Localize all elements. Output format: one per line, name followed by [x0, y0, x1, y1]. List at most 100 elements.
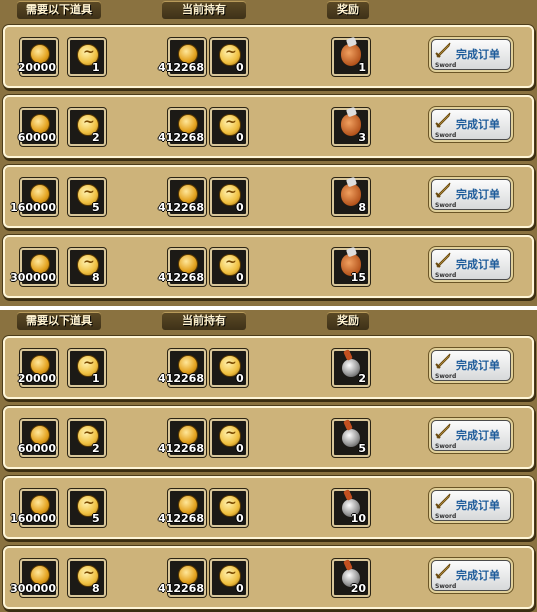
owned-coin-amount: 412268 [158, 61, 204, 74]
required-coin-amount: 300000 [10, 582, 56, 595]
order-row: 20000 1 412268 0 1 完成订单Sword [3, 25, 534, 88]
complete-order-label: 完成订单 [456, 499, 500, 512]
complete-order-button[interactable]: 完成订单 Sword [431, 560, 511, 591]
required-token-amount: 5 [92, 201, 100, 214]
header-required: 需要以下道具 [17, 312, 101, 330]
complete-order-button[interactable]: 完成订单 Sword [431, 179, 511, 210]
complete-order-label: 完成订单 [456, 569, 500, 582]
reward-slot: 2 [332, 349, 370, 387]
sword-caption: Sword [435, 132, 457, 139]
reward-slot: 8 [332, 178, 370, 216]
sword-caption: Sword [435, 443, 457, 450]
owned-coin-slot: 412268 [158, 349, 206, 387]
complete-order-button[interactable]: 完成订单 Sword [431, 350, 511, 381]
owned-token-amount: 0 [236, 512, 244, 525]
required-token-slot: 2 [68, 108, 106, 146]
owned-token-slot: 0 [210, 349, 248, 387]
owned-coin-amount: 412268 [158, 201, 204, 214]
header-reward: 奖励 [327, 312, 369, 330]
owned-coin-amount: 412268 [158, 271, 204, 284]
owned-token-slot: 0 [210, 108, 248, 146]
required-coin-amount: 300000 [10, 271, 56, 284]
sword-icon [435, 252, 451, 268]
reward-amount: 15 [350, 271, 366, 284]
required-token-slot: 5 [68, 489, 106, 527]
reward-slot: 15 [332, 248, 370, 286]
owned-token-amount: 0 [236, 271, 244, 284]
required-token-amount: 1 [92, 61, 100, 74]
required-token-amount: 2 [92, 131, 100, 144]
owned-token-slot: 0 [210, 419, 248, 457]
reward-slot: 3 [332, 108, 370, 146]
required-coin-slot: 60000 [17, 419, 58, 457]
complete-order-button[interactable]: 完成订单 Sword [431, 109, 511, 140]
owned-coin-slot: 412268 [158, 178, 206, 216]
order-row: 160000 5 412268 0 8 完成订单Sword [3, 165, 534, 228]
owned-coin-amount: 412268 [158, 372, 204, 385]
required-coin-slot: 300000 [10, 559, 58, 597]
required-coin-slot: 20000 [18, 349, 58, 387]
complete-order-label: 完成订单 [456, 118, 500, 131]
owned-token-amount: 0 [236, 61, 244, 74]
required-token-amount: 2 [92, 442, 100, 455]
order-row: 60000 2 412268 0 3 完成订单Sword [3, 95, 534, 158]
header-required: 需要以下道具 [17, 1, 101, 19]
owned-token-amount: 0 [236, 131, 244, 144]
reward-amount: 5 [358, 442, 366, 455]
required-coin-slot: 160000 [10, 178, 58, 216]
complete-order-label: 完成订单 [456, 258, 500, 271]
complete-order-label: 完成订单 [456, 359, 500, 372]
required-coin-amount: 160000 [10, 201, 56, 214]
owned-token-slot: 0 [210, 178, 248, 216]
complete-order-button[interactable]: 完成订单 Sword [431, 249, 511, 280]
header-owned: 当前持有 [162, 312, 246, 330]
order-row: 300000 8 412268 0 15 完成订单Sword [3, 235, 534, 298]
required-token-slot: 2 [68, 419, 106, 457]
sword-caption: Sword [435, 513, 457, 520]
complete-order-button[interactable]: 完成订单 Sword [431, 490, 511, 521]
owned-coin-slot: 412268 [158, 108, 206, 146]
sword-caption: Sword [435, 272, 457, 279]
required-token-slot: 8 [68, 248, 106, 286]
required-token-amount: 8 [92, 582, 100, 595]
owned-token-amount: 0 [236, 442, 244, 455]
sword-caption: Sword [435, 62, 457, 69]
reward-slot: 20 [332, 559, 370, 597]
owned-token-slot: 0 [210, 559, 248, 597]
order-row: 300000 8 412268 0 20 完成订单Sword [3, 546, 534, 609]
sword-icon [435, 493, 451, 509]
complete-order-button[interactable]: 完成订单 Sword [431, 39, 511, 70]
owned-coin-slot: 412268 [158, 248, 206, 286]
required-token-amount: 8 [92, 271, 100, 284]
reward-amount: 1 [358, 61, 366, 74]
owned-coin-slot: 412268 [158, 38, 206, 76]
required-coin-slot: 60000 [18, 108, 58, 146]
sword-caption: Sword [435, 202, 457, 209]
sword-caption: Sword [435, 583, 457, 590]
owned-coin-amount: 412268 [158, 512, 204, 525]
owned-token-slot: 0 [210, 248, 248, 286]
sword-icon [435, 353, 451, 369]
reward-amount: 8 [358, 201, 366, 214]
required-coin-amount: 60000 [17, 442, 56, 455]
sword-icon [435, 182, 451, 198]
order-row: 20000 1 412268 0 2 完成订单Sword [3, 336, 534, 399]
required-token-amount: 1 [92, 372, 100, 385]
required-coin-slot: 300000 [10, 248, 58, 286]
owned-token-amount: 0 [236, 201, 244, 214]
reward-slot: 5 [332, 419, 370, 457]
order-row: 60000 2 412268 0 5 完成订单Sword [3, 406, 534, 469]
owned-coin-amount: 412268 [158, 582, 204, 595]
owned-token-slot: 0 [210, 38, 248, 76]
required-coin-slot: 20000 [17, 38, 58, 76]
owned-coin-amount: 412268 [158, 131, 204, 144]
reward-slot: 1 [332, 38, 370, 76]
owned-token-amount: 0 [236, 582, 244, 595]
complete-order-label: 完成订单 [456, 188, 500, 201]
reward-amount: 2 [358, 372, 366, 385]
reward-slot: 10 [332, 489, 370, 527]
complete-order-button[interactable]: 完成订单 Sword [431, 420, 511, 451]
required-coin-amount: 20000 [17, 61, 56, 74]
reward-amount: 20 [350, 582, 366, 595]
reward-amount: 10 [350, 512, 366, 525]
